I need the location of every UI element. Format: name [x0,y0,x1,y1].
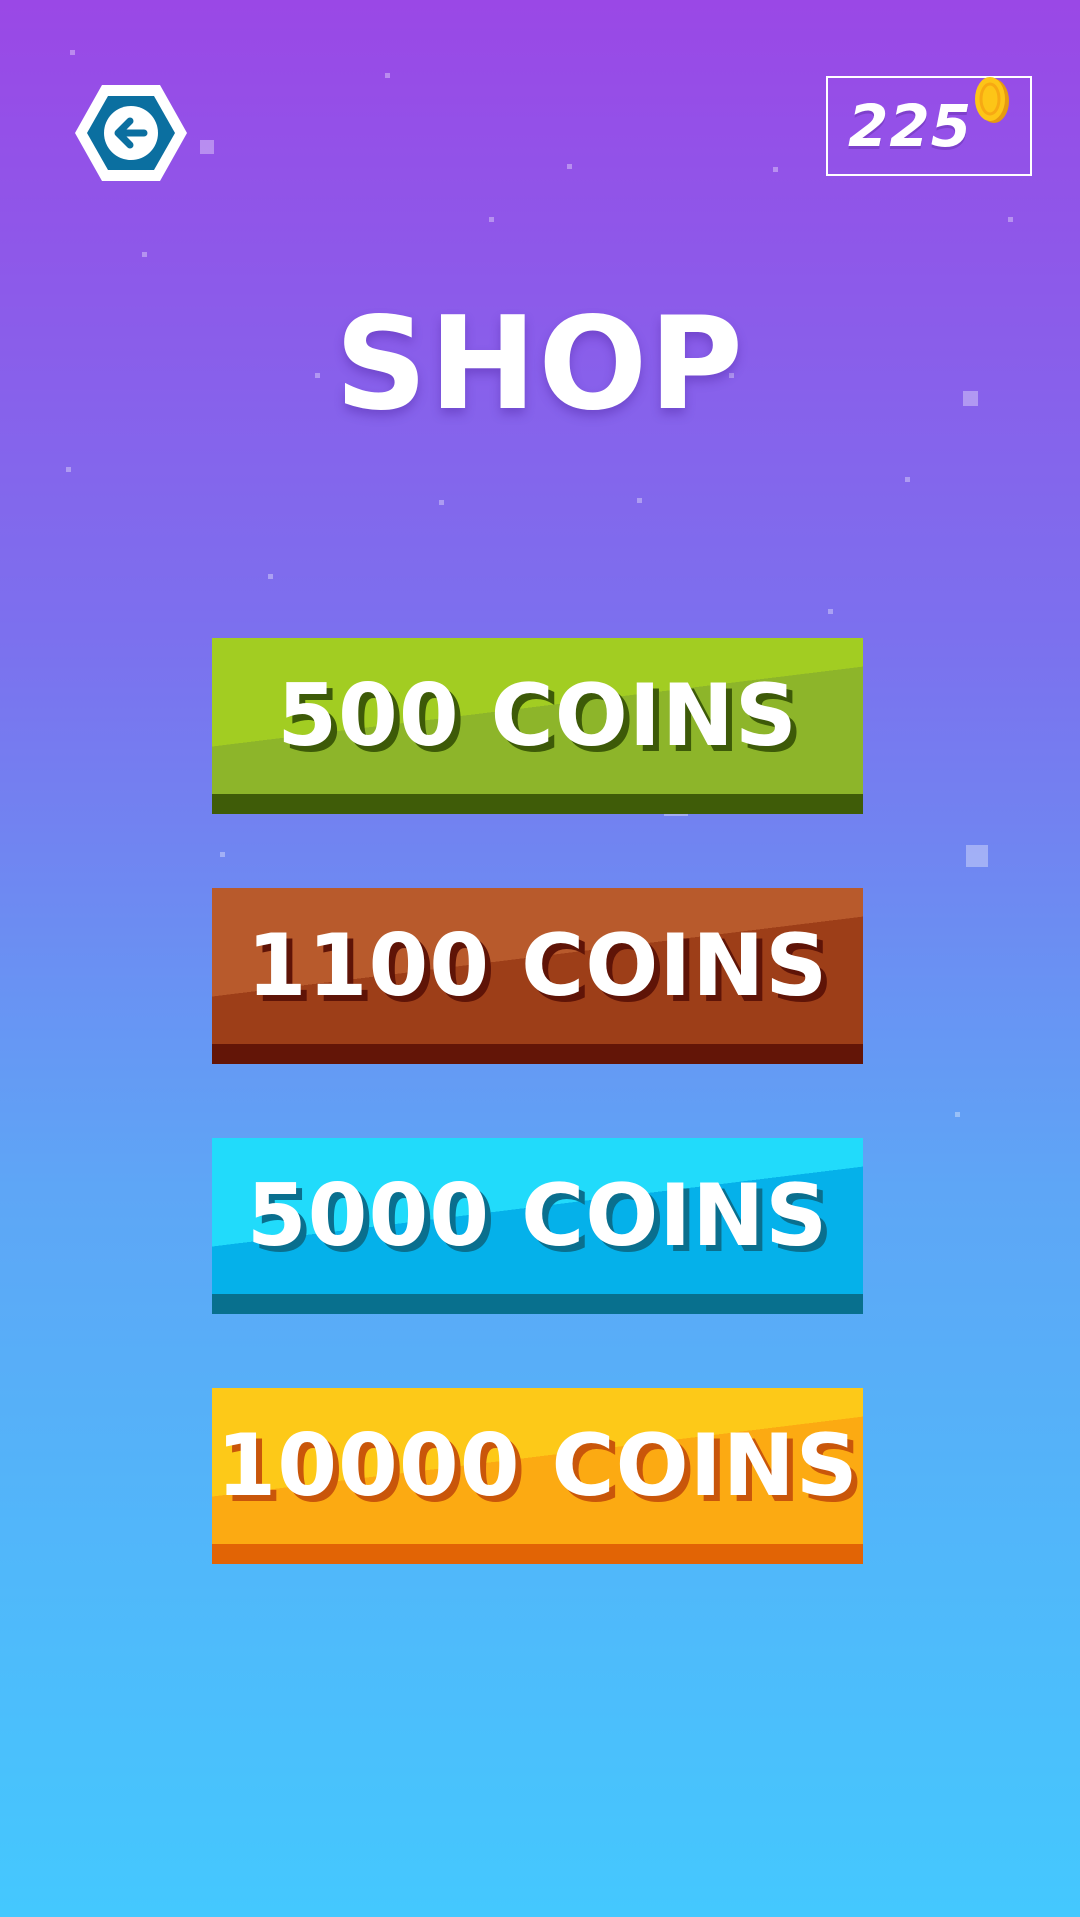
buy-1100-coins-button[interactable]: 1100 COINS [212,888,863,1064]
buy-500-coins-button[interactable]: 500 COINS [212,638,863,814]
buy-5000-coins-button[interactable]: 5000 COINS [212,1138,863,1314]
buy-10000-coins-button[interactable]: 10000 COINS [212,1388,863,1564]
buy-button-label: 500 COINS [277,666,798,766]
coin-balance: 225 [826,76,1032,176]
back-button[interactable] [72,82,190,184]
gold-coin-icon [972,74,1012,126]
buy-button-label: 1100 COINS [246,916,829,1016]
buy-button-label: 10000 COINS [216,1416,859,1516]
buy-button-label: 5000 COINS [246,1166,829,1266]
coin-count: 225 [848,92,973,160]
page-title: SHOP [335,290,745,439]
back-arrow-icon [75,85,187,181]
